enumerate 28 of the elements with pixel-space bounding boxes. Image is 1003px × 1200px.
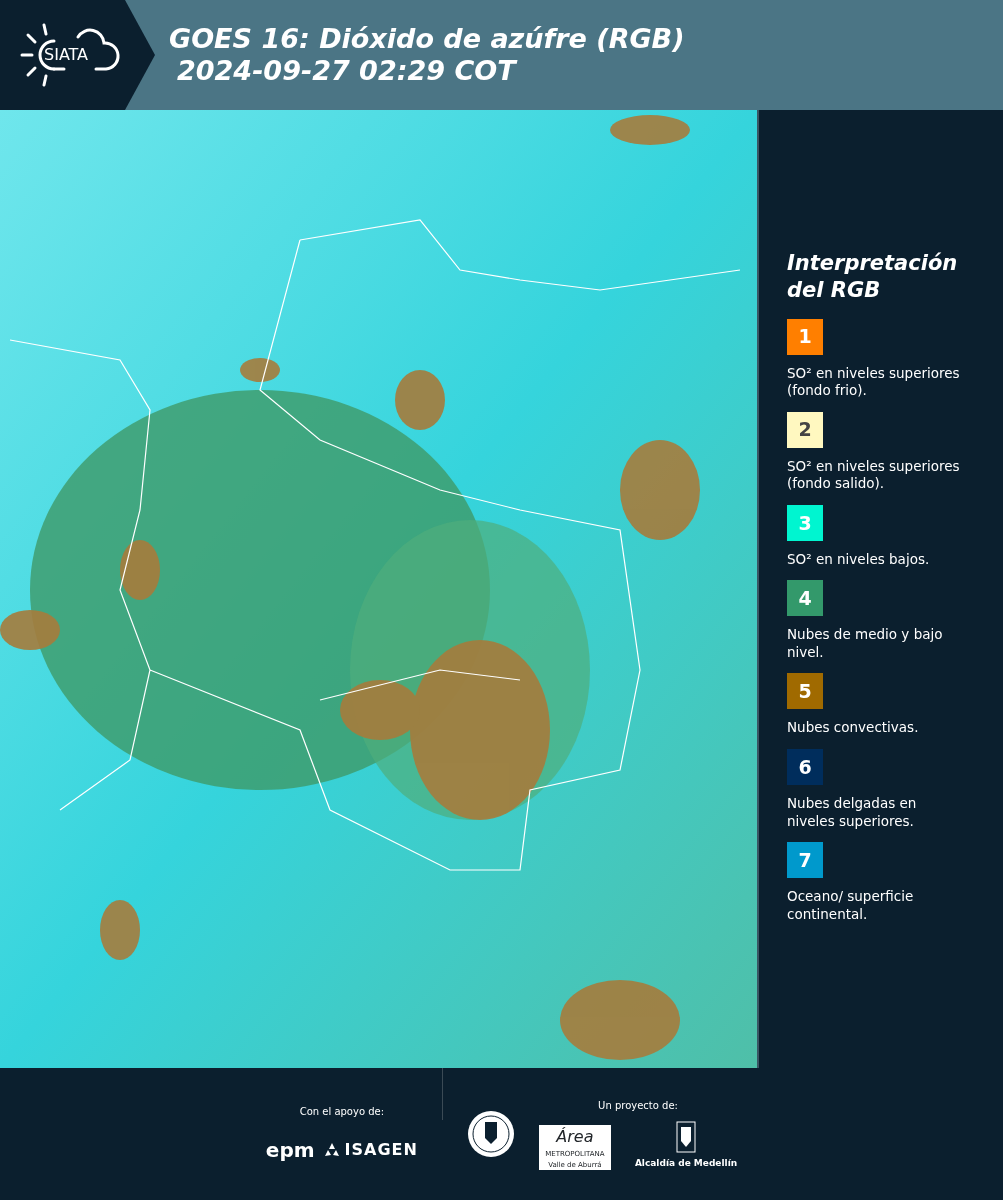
legend-text: SO² en niveles superiores (fondo salido). [787,457,961,493]
project-label: Un proyecto de: [598,1098,678,1113]
color-swatch: 7 [787,842,823,879]
alcaldia-logo-text: Alcaldía de Medellín [634,1156,738,1170]
legend-text: Oceano/ superficie continental. [787,888,915,924]
color-swatch: 4 [787,580,823,617]
legend-text: Nubes de medio y bajo nivel. [787,626,944,662]
timestamp: 2024-09-27 02:29 COT [176,55,519,88]
isagen-icon [322,1141,341,1158]
support-label: Con el apoyo de: [299,1104,385,1119]
isagen-logo: ISAGEN [344,1138,418,1161]
chart-title: GOES 16: Dióxido de azúfre (RGB) [168,22,685,55]
color-swatch: 6 [787,748,823,785]
color-swatch: 3 [787,504,823,541]
seal-icon [466,1110,515,1158]
color-swatch: 2 [787,411,823,448]
legend-text: Nubes delgadas en niveles superiores. [787,794,918,831]
color-swatch: 1 [787,318,823,355]
epm-logo: epm [265,1136,315,1164]
legend-title: Interpretación del RGB [787,250,959,305]
legend-text: SO² en niveles superiores (fondo frio). [787,364,961,400]
logo: SIATA [18,23,124,87]
coat-of-arms-icon [676,1120,696,1153]
area-logo-text: Área [556,1126,594,1149]
legend-text: Nubes convectivas. [787,719,920,737]
legend-text: SO² en niveles bajos. [787,550,931,569]
color-swatch: 5 [787,673,823,710]
divider [441,1068,443,1120]
